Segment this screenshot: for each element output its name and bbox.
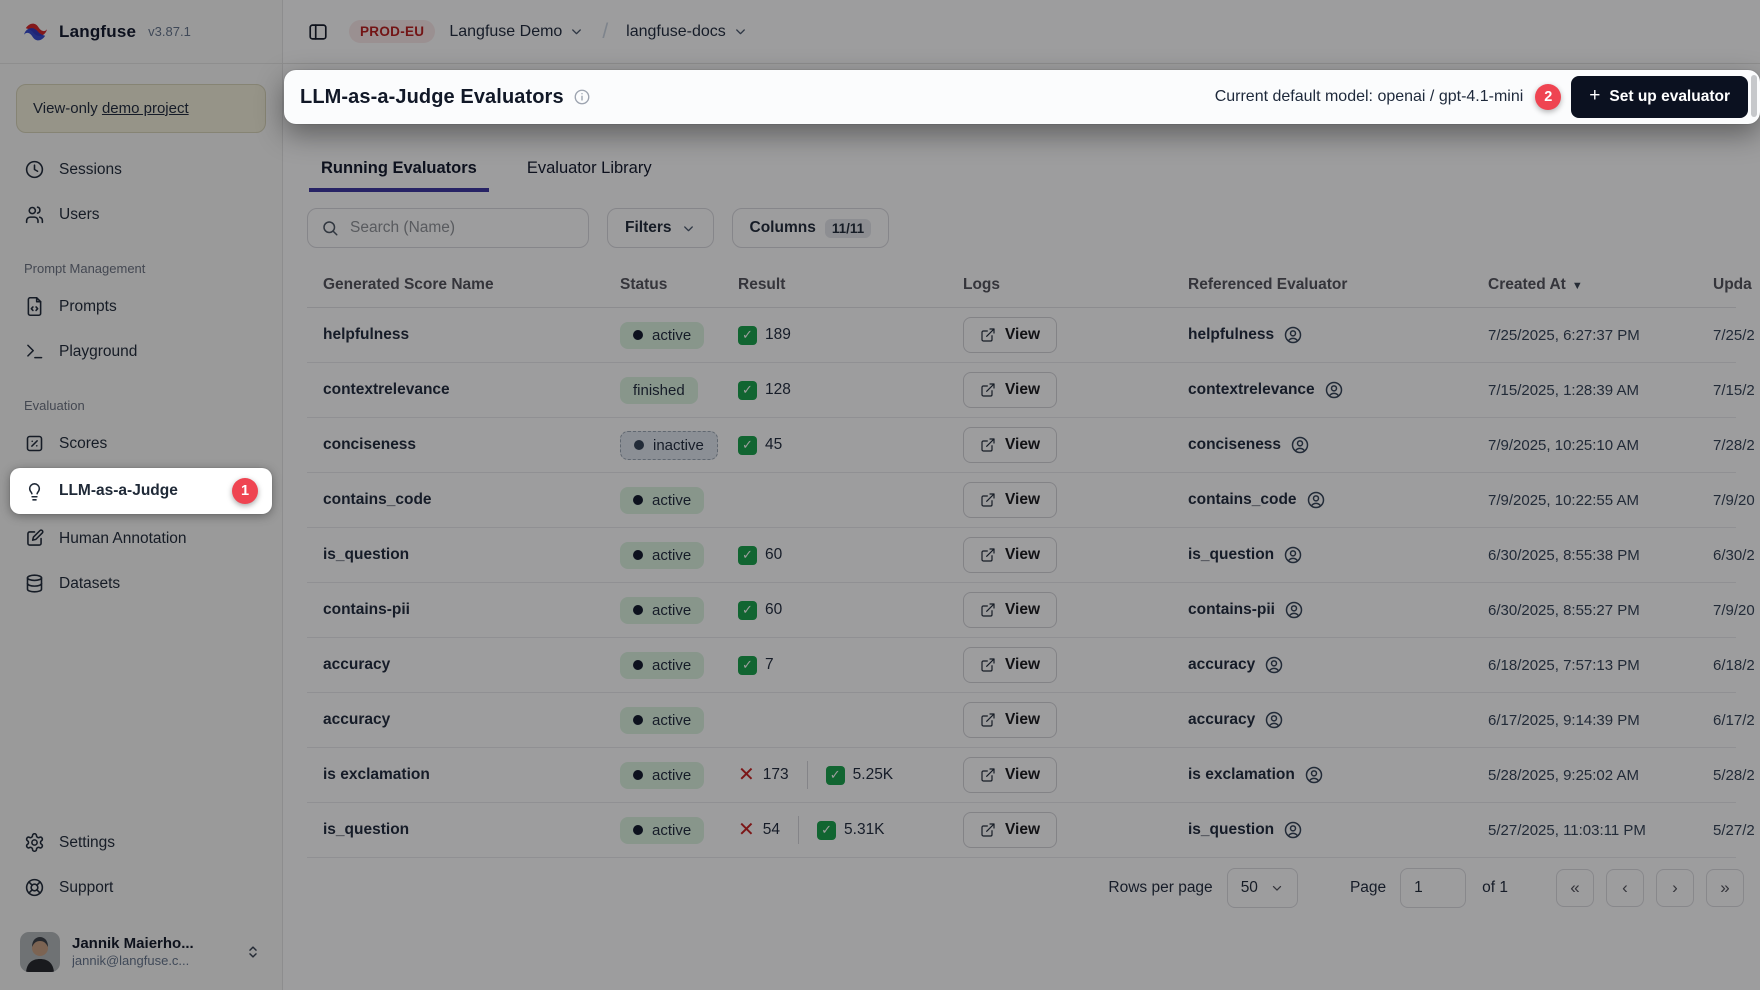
tutorial-step-badge-1: 1	[232, 478, 258, 504]
sidebar-item-label: LLM-as-a-Judge	[59, 482, 178, 500]
set-up-evaluator-button[interactable]: + Set up evaluator	[1571, 76, 1748, 118]
sidebar-item-llm-as-a-judge[interactable]: LLM-as-a-Judge 1	[10, 468, 272, 514]
info-icon[interactable]	[573, 88, 591, 106]
default-model-label: Current default model: openai / gpt-4.1-…	[1215, 88, 1524, 106]
scrollbar-thumb[interactable]	[1751, 75, 1757, 117]
set-up-evaluator-label: Set up evaluator	[1609, 88, 1730, 106]
tutorial-step-badge-2: 2	[1535, 84, 1561, 110]
page-header-band: LLM-as-a-Judge Evaluators Current defaul…	[284, 70, 1760, 124]
page-title: LLM-as-a-Judge Evaluators	[300, 86, 564, 109]
lightbulb-icon	[24, 481, 45, 502]
plus-icon: +	[1589, 85, 1600, 107]
